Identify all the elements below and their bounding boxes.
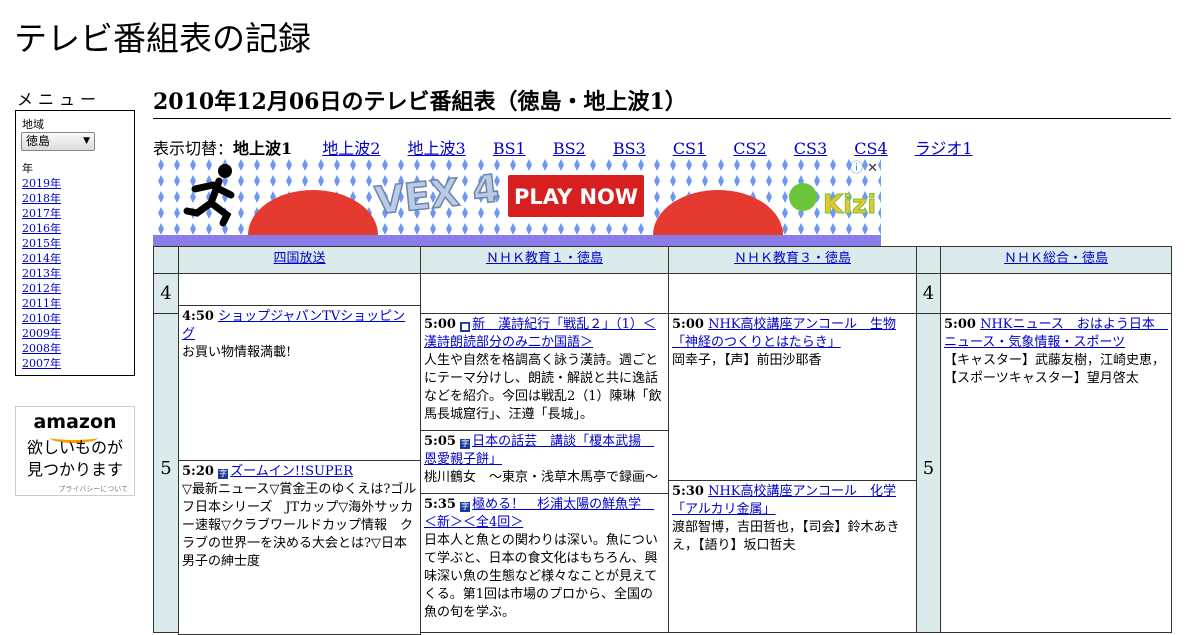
year-link-2010[interactable]: 2010年 <box>22 310 61 326</box>
program-title-link[interactable]: 極める！ 杉浦太陽の鮮魚学 ＜新＞＜全4回＞ <box>424 497 654 530</box>
region-select-value: 徳島 <box>26 134 51 148</box>
channel-link-cs4[interactable]: CS4 <box>854 139 887 158</box>
broadcast-mark-icon: 字 <box>460 502 471 512</box>
program-cell: 5:00 NHKニュース おはよう日本 ニュース・気象情報・スポーツ 【キャスタ… <box>940 313 1172 633</box>
year-link-2013[interactable]: 2013年 <box>22 265 61 281</box>
year-link-2012[interactable]: 2012年 <box>22 280 61 296</box>
hour-cell-5-right: 5 <box>916 313 941 633</box>
corner-cell <box>153 246 179 274</box>
region-select[interactable]: 徳島 ▼ <box>21 132 95 151</box>
amazon-ad[interactable]: amazon 欲しいものが 見つかります プライバシーについて <box>15 406 135 496</box>
channel-link-cs1[interactable]: CS1 <box>673 139 706 158</box>
program-title-link[interactable]: 新 漢詩紀行「戦乱２」（1）＜漢詩朗読部分のみ二か国語＞ <box>424 317 656 350</box>
amazon-privacy-link[interactable]: プライバシーについて <box>58 484 128 494</box>
year-link-2015[interactable]: 2015年 <box>22 235 61 251</box>
year-link-2014[interactable]: 2014年 <box>22 250 61 266</box>
program-cell: 5:30 NHK高校講座アンコール 化学「アルカリ金属」 渡部智博，吉田哲也，【… <box>668 480 917 633</box>
program-description: ▽最新ニュース▽賞金王のゆくえは?ゴルフ日本シリーズ JTカップ▽海外サッカー速… <box>182 482 417 569</box>
channel-header-shikoku[interactable]: 四国放送 <box>178 246 421 274</box>
channel-switch: 表示切替：地上波1 地上波2 地上波3 BS1 BS2 BS3 CS1 CS2 … <box>153 135 973 159</box>
broadcast-mark-icon: 字 <box>460 439 471 449</box>
hour-cell-5: 5 <box>153 313 179 633</box>
ad-info-controls: ⓘ ✕ <box>850 157 878 176</box>
program-cell: 5:20 字ズームイン!!SUPER ▽最新ニュース▽賞金王のゆくえは?ゴルフ日… <box>178 460 421 635</box>
program-title-link[interactable]: 日本の話芸 講談「榎本武揚 恩愛親子餅」 <box>424 434 654 467</box>
channel-link-cs3[interactable]: CS3 <box>794 139 827 158</box>
program-cell: 5:00 NHK高校講座アンコール 生物「神経のつくりとはたらき」 岡幸子，【声… <box>668 313 917 481</box>
program-description: 【キャスター】武藤友樹，江崎史恵，【スポーツキャスター】望月啓太 <box>944 353 1166 386</box>
amazon-ad-line2: 見つかります <box>26 460 123 479</box>
program-description: 日本人と魚との関わりは深い。魚について学ぶと、日本の食文化はもちろん、興味深い魚… <box>424 533 658 620</box>
amazon-logo: amazon <box>33 411 117 433</box>
program-title-link[interactable]: ズームイン!!SUPER <box>230 464 353 479</box>
program-title-link[interactable]: ショップジャパンTVショッピング <box>182 309 405 342</box>
program-title-link[interactable]: NHK高校講座アンコール 生物「神経のつくりとはたらき」 <box>672 317 896 350</box>
program-cell: 5:35 字極める！ 杉浦太陽の鮮魚学 ＜新＞＜全4回＞ 日本人と魚との関わりは… <box>420 493 669 633</box>
channel-header-nhk-sogo[interactable]: ＮＨＫ総合・徳島 <box>940 246 1172 274</box>
channel-link-bs2[interactable]: BS2 <box>553 139 586 158</box>
ad-info-icon[interactable]: ⓘ <box>850 161 863 176</box>
year-link-2009[interactable]: 2009年 <box>22 325 61 341</box>
amazon-ad-text: 欲しいものが 見つかります <box>16 437 134 481</box>
hour-cell-4: 4 <box>153 273 179 314</box>
region-label: 地域 <box>22 118 44 131</box>
channel-switch-label: 表示切替： <box>153 139 234 158</box>
program-description: 岡幸子，【声】前田沙耶香 <box>672 353 822 368</box>
channel-link-terrestrial3[interactable]: 地上波3 <box>408 139 466 158</box>
broadcast-mark-icon: ■ <box>460 322 471 332</box>
broadcast-mark-icon: 字 <box>218 469 229 479</box>
channel-link-bs3[interactable]: BS3 <box>613 139 646 158</box>
kizi-logo-text: Kizi <box>823 190 876 220</box>
program-cell: 5:05 字日本の話芸 講談「榎本武揚 恩愛親子餅」 桃川鶴女 ～東京・浅草木馬… <box>420 430 669 494</box>
channel-header-nhk-edu1[interactable]: ＮＨＫ教育１・徳島 <box>420 246 669 274</box>
program-description: お買い物情報満載! <box>182 345 292 360</box>
chevron-down-icon: ▼ <box>83 136 90 146</box>
ad-close-icon[interactable]: ✕ <box>867 161 878 176</box>
hour-cell-4-right: 4 <box>916 273 941 314</box>
year-link-2007[interactable]: 2007年 <box>22 355 61 371</box>
program-description: 桃川鶴女 ～東京・浅草木馬亭で録画～ <box>424 470 659 485</box>
year-link-2018[interactable]: 2018年 <box>22 190 61 206</box>
game-ad-banner[interactable]: VEX 4 PLAY NOW Kizi <box>153 157 881 247</box>
channel-link-terrestrial2[interactable]: 地上波2 <box>322 139 380 158</box>
channel-link-bs1[interactable]: BS1 <box>493 139 526 158</box>
program-cell: 4:50 ショップジャパンTVショッピング お買い物情報満載! <box>178 305 421 461</box>
year-link-2019[interactable]: 2019年 <box>22 175 61 191</box>
program-title-link[interactable]: NHKニュース おはよう日本 ニュース・気象情報・スポーツ <box>944 317 1168 350</box>
empty-slot <box>668 273 917 314</box>
year-label: 年 <box>22 162 33 175</box>
menu-heading: メニュー <box>17 90 102 109</box>
program-cell: 5:00 ■ 新 漢詩紀行「戦乱２」（1）＜漢詩朗読部分のみ二か国語＞ 人生や自然… <box>420 313 669 431</box>
year-link-2008[interactable]: 2008年 <box>22 340 61 356</box>
channel-link-cs2[interactable]: CS2 <box>733 139 766 158</box>
site-title: テレビ番組表の記録 <box>14 19 311 58</box>
empty-slot <box>178 273 421 306</box>
channel-link-radio1[interactable]: ラジオ1 <box>915 139 973 158</box>
channel-switch-current: 地上波1 <box>233 139 293 158</box>
year-link-2016[interactable]: 2016年 <box>22 220 61 236</box>
program-title-link[interactable]: NHK高校講座アンコール 化学「アルカリ金属」 <box>672 484 896 517</box>
play-now-button[interactable]: PLAY NOW <box>514 185 638 209</box>
program-description: 人生や自然を格調高く詠う漢詩。週ごとにテーマ分けし、朗読・解説と共に逸話などを紹… <box>424 353 662 422</box>
amazon-ad-line1: 欲しいものが <box>26 438 123 457</box>
corner-cell-right <box>916 246 941 274</box>
empty-slot <box>940 273 1172 314</box>
empty-slot <box>420 273 669 314</box>
year-link-2011[interactable]: 2011年 <box>22 295 61 311</box>
channel-header-nhk-edu3[interactable]: ＮＨＫ教育３・徳島 <box>668 246 917 274</box>
year-link-2017[interactable]: 2017年 <box>22 205 61 221</box>
menu-panel: 地域 徳島 ▼ 年 2019年 2018年 2017年 2016年 2015年 … <box>15 110 135 376</box>
page-heading: 2010年12月06日のテレビ番組表（徳島・地上波1） <box>153 84 1171 119</box>
program-description: 渡部智博，吉田哲也，【司会】鈴木あきえ，【語り】坂口哲夫 <box>672 520 900 553</box>
